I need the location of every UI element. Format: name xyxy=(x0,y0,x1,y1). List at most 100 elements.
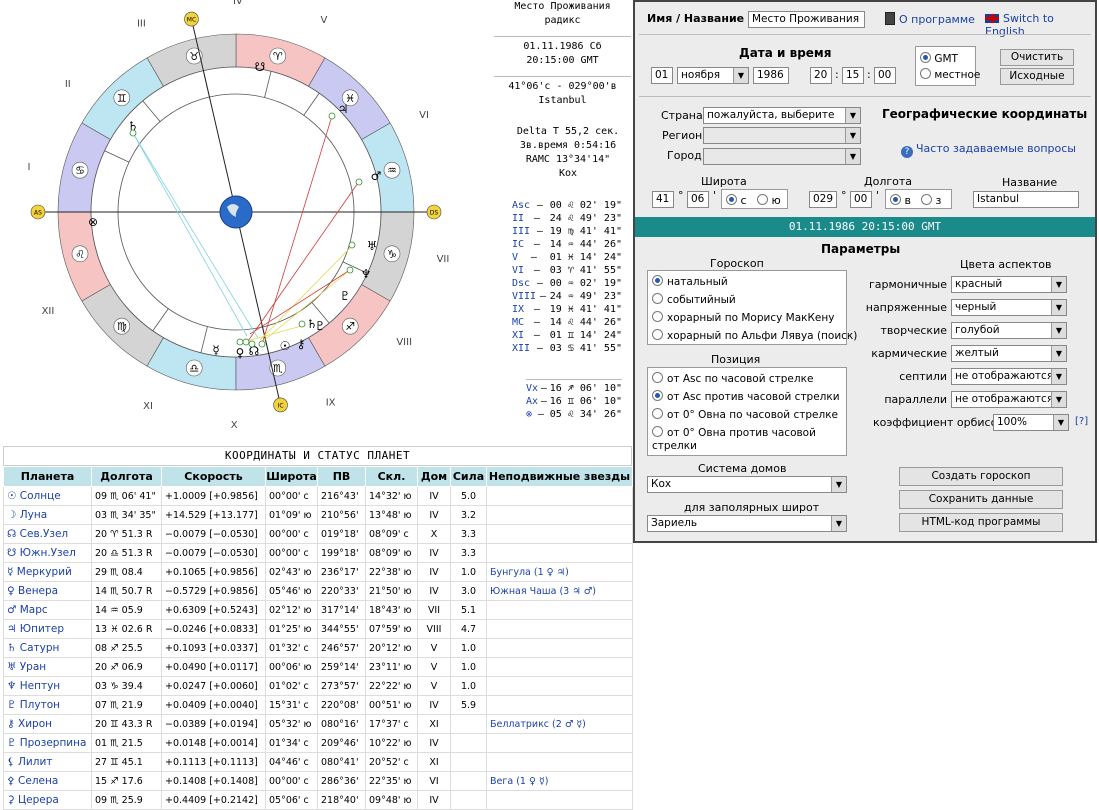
latitude-cell: 01°25' ю xyxy=(265,619,318,639)
aspect-color-select[interactable]: не отображаются ▼ xyxy=(951,368,1067,385)
clear-button[interactable]: Очистить xyxy=(1000,49,1074,66)
planet-name-cell[interactable]: ☋ Южн.Узел xyxy=(3,543,92,563)
chart-subtitle: радикс xyxy=(544,15,581,26)
planet-name-cell[interactable]: ♆ Нептун xyxy=(3,676,92,696)
minute-input[interactable]: 15 xyxy=(842,67,864,84)
name-input[interactable]: Место Проживания xyxy=(748,11,865,28)
cusp-value: 01 ♊ 14' 24" xyxy=(549,330,622,341)
gmt-radio[interactable]: GMT xyxy=(920,52,958,65)
planet-name-cell[interactable]: ♇ Прозерпина xyxy=(3,733,92,753)
aspect-color-select[interactable]: желтый ▼ xyxy=(951,345,1067,362)
region-select[interactable]: ▼ xyxy=(703,127,861,144)
second-input[interactable]: 00 xyxy=(874,67,896,84)
fixed-star-cell[interactable]: Бунгула (1 ♀ ♃) xyxy=(486,562,633,582)
planet-name-cell[interactable]: ⚸ Лилит xyxy=(3,752,92,772)
planet-name-cell[interactable]: ☉ Солнце xyxy=(3,486,92,506)
fixed-star-cell[interactable]: Южная Чаша (3 ♃ ♂) xyxy=(486,581,633,601)
house-cell: IV xyxy=(417,790,451,810)
lon-deg-input[interactable]: 029 xyxy=(809,191,837,208)
fixed-star-cell[interactable] xyxy=(486,486,633,506)
point-value: 16 ♐ 06' 10" xyxy=(549,383,622,394)
house-cell: IV xyxy=(417,733,451,753)
lat-min-input[interactable]: 06 xyxy=(687,191,709,208)
house-system-select[interactable]: Кох ▼ xyxy=(647,476,847,493)
fixed-star-cell[interactable] xyxy=(486,790,633,810)
lat-deg-input[interactable]: 41 xyxy=(652,191,674,208)
planet-name-cell[interactable]: ⚳ Церера xyxy=(3,790,92,810)
house-numeral: VII xyxy=(437,254,450,265)
longitude-cell: 20 ♐ 06.9 xyxy=(91,657,162,677)
year-input[interactable]: 1986 xyxy=(753,67,789,84)
speed-cell: −0.0246 [+0.0833] xyxy=(161,619,266,639)
fixed-star-cell[interactable] xyxy=(486,505,633,525)
fixed-star-cell[interactable] xyxy=(486,524,633,544)
fixed-star-cell[interactable] xyxy=(486,752,633,772)
fixed-star-cell[interactable] xyxy=(486,543,633,563)
cusp-row: XII –03 ♋ 41' 55" xyxy=(512,342,622,355)
declination-cell: 10°22' ю xyxy=(365,733,418,753)
longitude-cell: 13 ♓ 02.6 R xyxy=(91,619,162,639)
radio-button[interactable] xyxy=(652,408,663,419)
faq-link[interactable]: ? Часто задаваемые вопросы xyxy=(901,142,1076,158)
fixed-star-cell[interactable] xyxy=(486,676,633,696)
planet-name-cell[interactable]: ♃ Юпитер xyxy=(3,619,92,639)
lat-s-radio[interactable]: ю xyxy=(757,194,781,207)
lon-min-input[interactable]: 00 xyxy=(850,191,872,208)
planet-name-cell[interactable]: ♄ Сатурн xyxy=(3,638,92,658)
planet-name-cell[interactable]: ♂ Марс xyxy=(3,600,92,620)
city-select[interactable]: ▼ xyxy=(703,148,861,165)
lon-e-radio[interactable]: в xyxy=(890,194,911,207)
local-radio[interactable]: местное xyxy=(920,68,980,81)
hour-input[interactable]: 20 xyxy=(810,67,832,84)
fixed-star-cell[interactable]: Беллатрикс (2 ♂ ☿) xyxy=(486,714,633,734)
about-link[interactable]: О программе xyxy=(885,12,975,26)
pos-option[interactable]: от 0° Овна по часовой стрелке xyxy=(652,408,838,421)
planet-name-cell[interactable]: ⚷ Хирон xyxy=(3,714,92,734)
fixed-star-cell[interactable]: Вега (1 ♀ ☿) xyxy=(486,771,633,791)
longitude-cell: 27 ♊ 45.1 xyxy=(91,752,162,772)
orb-select[interactable]: 100% ▼ xyxy=(993,414,1069,431)
lon-w-radio[interactable]: з xyxy=(921,194,941,207)
latitude-cell: 00°06' ю xyxy=(265,657,318,677)
aspect-color-select[interactable]: не отображаются ▼ xyxy=(951,391,1067,408)
pos-option[interactable]: от 0° Овна против часовой xyxy=(652,426,816,439)
html-code-button[interactable]: HTML-код программы xyxy=(899,513,1063,532)
month-select[interactable]: ноября ▼ xyxy=(677,67,749,84)
day-input[interactable]: 01 xyxy=(651,67,673,84)
fixed-star-cell[interactable] xyxy=(486,600,633,620)
house-cell: XI xyxy=(417,714,451,734)
planet-name-cell[interactable]: ☽ Луна xyxy=(3,505,92,525)
house-cell: VII xyxy=(417,600,451,620)
orb-help-link[interactable]: [?] xyxy=(1075,416,1088,427)
planet-name-cell[interactable]: ☿ Меркурий xyxy=(3,562,92,582)
fixed-star-cell[interactable] xyxy=(486,638,633,658)
fixed-star-cell[interactable] xyxy=(486,657,633,677)
longitude-cell: 15 ♐ 17.6 xyxy=(91,771,162,791)
longitude-cell: 20 ♈ 51.3 R xyxy=(91,524,162,544)
planet-name-cell[interactable]: ♇ Плутон xyxy=(3,695,92,715)
country-select[interactable]: пожалуйста, выберите ▼ xyxy=(703,107,861,124)
create-horoscope-button[interactable]: Создать гороскоп xyxy=(899,467,1063,486)
cusps-box: Asc –00 ♌ 02' 19" II –24 ♌ 49' 23" III –19 ♍ … xyxy=(512,199,622,355)
save-data-button[interactable]: Сохранить данные xyxy=(899,490,1063,509)
initial-button[interactable]: Исходные xyxy=(1000,68,1074,85)
aspect-color-select[interactable]: красный ▼ xyxy=(951,276,1067,293)
cusp-label: VIII xyxy=(512,291,537,302)
fixed-star-cell[interactable] xyxy=(486,619,633,639)
aspect-color-select[interactable]: черный ▼ xyxy=(951,299,1067,316)
planet-name-cell[interactable]: ♀ Венера xyxy=(3,581,92,601)
polar-select[interactable]: Зариель ▼ xyxy=(647,515,847,532)
latitude-cell: 05°32' ю xyxy=(265,714,318,734)
house-cell: X xyxy=(417,524,451,544)
latitude-cell: 00°00' с xyxy=(265,543,318,563)
planet-name-cell[interactable]: ☊ Сев.Узел xyxy=(3,524,92,544)
fixed-star-cell[interactable] xyxy=(486,695,633,715)
cusp-label: XI xyxy=(512,330,525,341)
planet-name-cell[interactable]: ⚴ Селена xyxy=(3,771,92,791)
planet-name-cell[interactable]: ♅ Уран xyxy=(3,657,92,677)
fixed-star-cell[interactable] xyxy=(486,733,633,753)
place-input[interactable]: Istanbul xyxy=(973,191,1079,208)
radio-button[interactable] xyxy=(652,426,663,437)
aspect-color-select[interactable]: голубой ▼ xyxy=(951,322,1067,339)
lat-n-radio[interactable]: с xyxy=(726,194,747,207)
